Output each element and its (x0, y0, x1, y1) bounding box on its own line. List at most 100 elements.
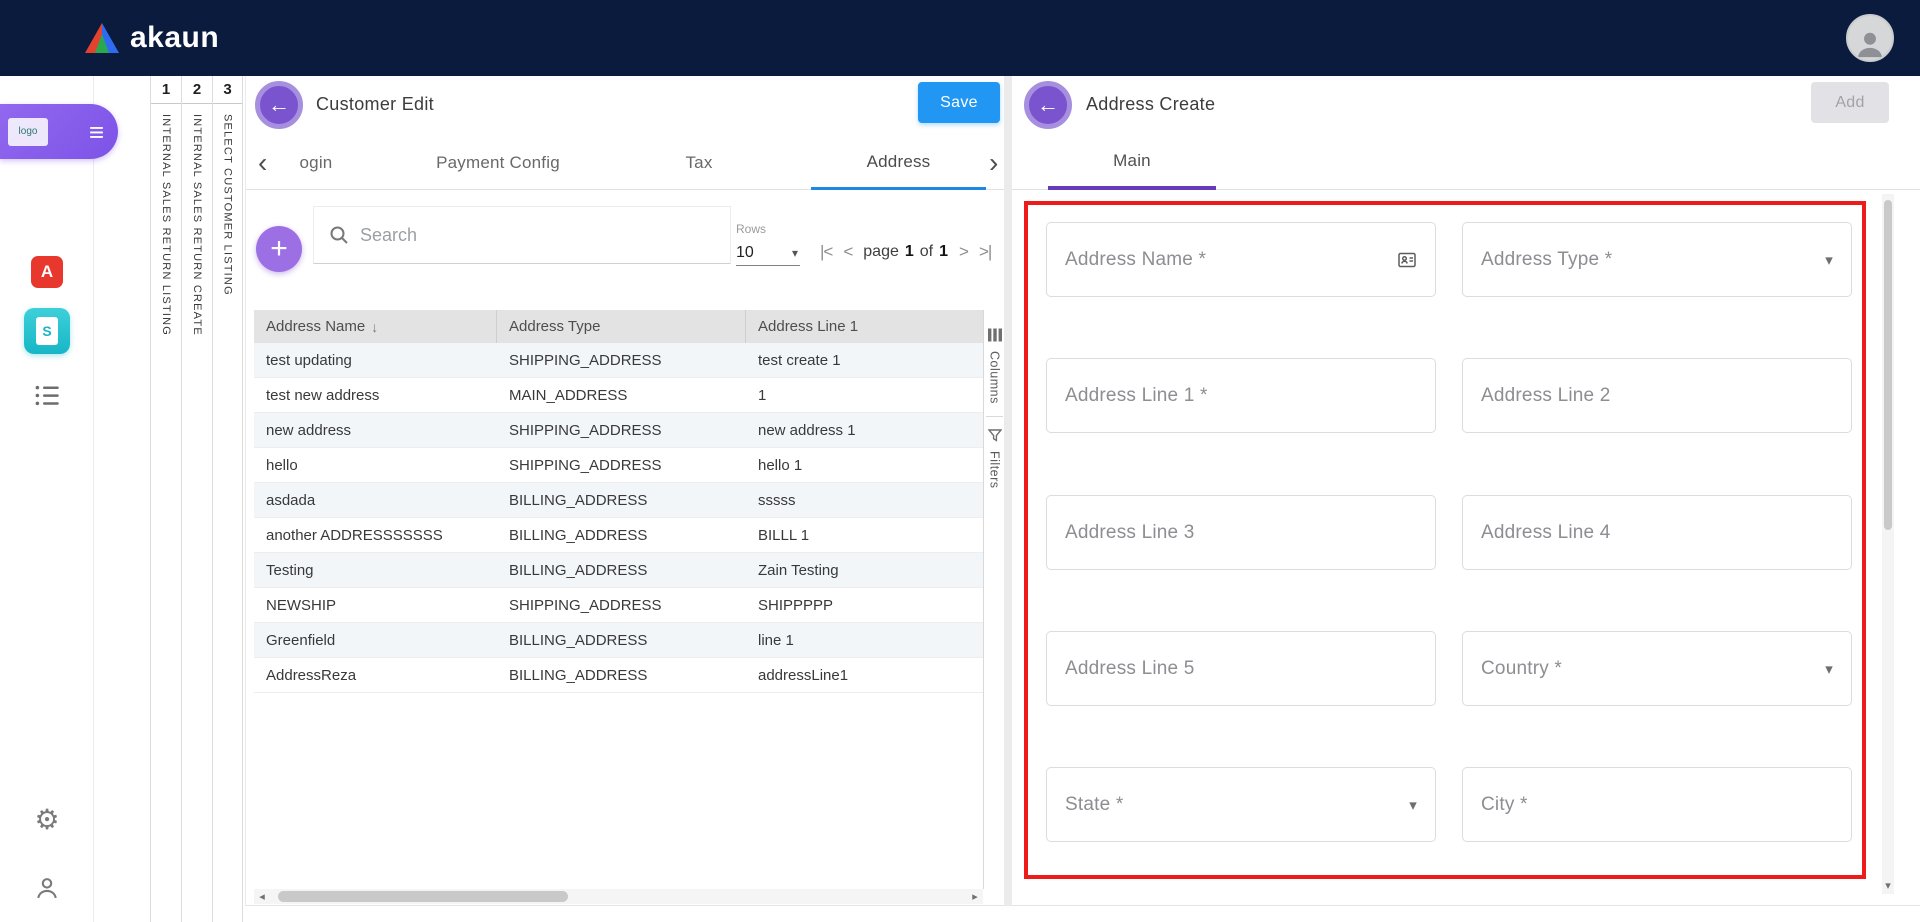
field-address-line-2[interactable]: Address Line 2 (1462, 358, 1852, 433)
brand-triangle-icon (84, 22, 120, 54)
scroll-right-icon[interactable]: ▸ (967, 890, 983, 903)
table-row[interactable]: GreenfieldBILLING_ADDRESSline 1 (254, 623, 983, 658)
table-row[interactable]: asdadaBILLING_ADDRESSsssss (254, 483, 983, 518)
add-button[interactable]: Add (1811, 82, 1889, 123)
column-header-address-type[interactable]: Address Type (497, 310, 746, 343)
filters-button[interactable]: Filters (984, 417, 1005, 501)
sidebar-item-settings[interactable]: ⚙ (0, 806, 94, 834)
tabs-scroll-left-icon[interactable]: ‹ (258, 136, 267, 190)
field-address-line-1[interactable]: Address Line 1 * (1046, 358, 1436, 433)
caret-down-icon: ▾ (792, 246, 798, 260)
column-header-address-line-1[interactable]: Address Line 1 (746, 310, 983, 343)
table-cell: new address (254, 422, 497, 439)
field-state[interactable]: State * ▾ (1046, 767, 1436, 842)
tab-login[interactable]: ogin (276, 136, 356, 190)
hscroll-thumb[interactable] (278, 891, 568, 902)
field-address-name[interactable]: Address Name * (1046, 222, 1436, 297)
workspace-tab-number: 3 (213, 76, 242, 104)
scroll-left-icon[interactable]: ◂ (254, 890, 270, 903)
search-box (313, 206, 731, 264)
field-address-type[interactable]: Address Type * ▾ (1462, 222, 1852, 297)
tabs-scroll-right-icon[interactable]: › (989, 136, 998, 190)
table-row[interactable]: AddressRezaBILLING_ADDRESSaddressLine1 (254, 658, 983, 693)
table-row[interactable]: another ADDRESSSSSSSBILLING_ADDRESSBILLL… (254, 518, 983, 553)
field-address-line-5[interactable]: Address Line 5 (1046, 631, 1436, 706)
pagination-prev-icon[interactable]: < (843, 242, 852, 262)
hscroll-track[interactable] (270, 889, 967, 904)
search-icon (328, 224, 350, 246)
sidebar-toggle-icon[interactable]: ≡ (89, 119, 104, 145)
workspace-tab-number: 1 (151, 76, 181, 104)
table-cell: hello 1 (746, 457, 983, 474)
table-row[interactable]: test updatingSHIPPING_ADDRESStest create… (254, 343, 983, 378)
table-row[interactable]: TestingBILLING_ADDRESSZain Testing (254, 553, 983, 588)
tab-tax[interactable]: Tax (639, 136, 759, 190)
search-input[interactable] (360, 225, 730, 246)
pagination-status: page 1 of 1 (863, 243, 948, 261)
save-button[interactable]: Save (918, 82, 1000, 123)
field-label: Address Name * (1065, 249, 1397, 271)
field-country[interactable]: Country * ▾ (1462, 631, 1852, 706)
field-label: Address Line 3 (1065, 522, 1417, 544)
pagination-next-icon[interactable]: > (959, 242, 968, 262)
table-cell: SHIPPING_ADDRESS (497, 597, 746, 614)
page-title: Customer Edit (316, 94, 434, 115)
table-cell: SHIPPING_ADDRESS (497, 422, 746, 439)
pagination: |< < page 1 of 1 > >| (820, 234, 991, 270)
tab-address[interactable]: Address (811, 136, 986, 190)
table-row[interactable]: new addressSHIPPING_ADDRESSnew address 1 (254, 413, 983, 448)
table-body: test updatingSHIPPING_ADDRESStest create… (254, 343, 983, 693)
table-cell: SHIPPING_ADDRESS (497, 457, 746, 474)
field-city[interactable]: City * (1462, 767, 1852, 842)
rows-per-page-select[interactable]: 10 ▾ (736, 240, 800, 266)
sidebar-item-pdf[interactable]: A (0, 256, 94, 288)
workspace-tab-2[interactable]: 2 INTERNAL SALES RETURN CREATE (181, 76, 212, 922)
logo-image-placeholder: logo (8, 118, 48, 146)
table-cell: BILLING_ADDRESS (497, 562, 746, 579)
back-arrow-icon: ← (1037, 92, 1059, 118)
tab-payment-config[interactable]: Payment Config (398, 136, 598, 190)
table-side-rail: Columns Filters (983, 310, 1005, 889)
filter-icon (988, 429, 1002, 442)
workspace-tab-3[interactable]: 3 SELECT CUSTOMER LISTING (212, 76, 243, 922)
columns-label: Columns (988, 351, 1002, 404)
field-address-line-4[interactable]: Address Line 4 (1462, 495, 1852, 570)
sidebar-item-listing[interactable] (0, 384, 94, 407)
workspace-tab-label: SELECT CUSTOMER LISTING (222, 114, 234, 296)
field-label: Address Type * (1481, 249, 1825, 271)
customer-edit-tabs: ‹ ogin Payment Config Tax Address › (246, 136, 1004, 190)
table-cell: BILLING_ADDRESS (497, 492, 746, 509)
pagination-last-icon[interactable]: >| (979, 242, 991, 262)
pdf-icon: A (31, 256, 63, 288)
brand-text: akaun (130, 21, 219, 55)
pagination-first-icon[interactable]: |< (820, 242, 832, 262)
field-label: City * (1481, 794, 1833, 816)
workspace-tab-label: INTERNAL SALES RETURN CREATE (191, 114, 203, 336)
field-address-line-3[interactable]: Address Line 3 (1046, 495, 1436, 570)
caret-down-icon: ▾ (1409, 796, 1417, 814)
contact-card-icon (1397, 250, 1417, 270)
table-cell: hello (254, 457, 497, 474)
scroll-down-icon[interactable]: ▾ (1882, 879, 1894, 892)
table-row[interactable]: test new addressMAIN_ADDRESS1 (254, 378, 983, 413)
brand[interactable]: akaun (84, 21, 219, 55)
sidebar-item-profile[interactable] (0, 874, 94, 902)
address-create-panel: ← Address Create Add Main Address Name *… (1012, 76, 1920, 906)
back-button[interactable]: ← (255, 81, 303, 129)
columns-button[interactable]: Columns (984, 310, 1005, 416)
vertical-scrollbar[interactable]: ▾ (1882, 194, 1894, 894)
topbar: akaun (0, 0, 1920, 76)
table-row[interactable]: helloSHIPPING_ADDRESShello 1 (254, 448, 983, 483)
table-cell: Zain Testing (746, 562, 983, 579)
tab-main[interactable]: Main (1048, 136, 1216, 190)
sidebar-item-billing[interactable]: S (0, 308, 94, 354)
horizontal-scrollbar[interactable]: ◂ ▸ (254, 889, 983, 904)
column-header-address-name[interactable]: Address Name ↓ (254, 310, 497, 343)
vscroll-thumb[interactable] (1884, 200, 1892, 530)
table-row[interactable]: NEWSHIPSHIPPING_ADDRESSSHIPPPPP (254, 588, 983, 623)
user-avatar[interactable] (1846, 14, 1894, 62)
logo-alt-text: logo (19, 126, 38, 137)
add-address-button[interactable]: + (256, 226, 302, 272)
back-button[interactable]: ← (1024, 81, 1072, 129)
workspace-tab-1[interactable]: 1 INTERNAL SALES RETURN LISTING (150, 76, 181, 922)
